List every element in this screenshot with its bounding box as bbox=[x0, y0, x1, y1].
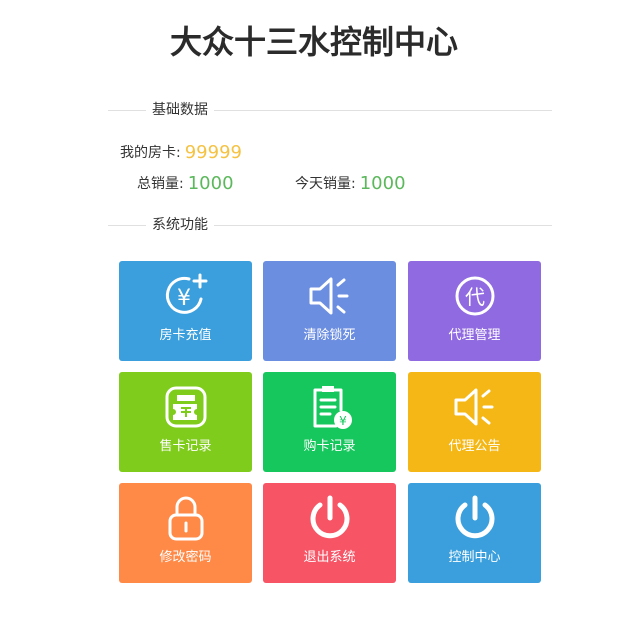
section-basic-data: 基础数据 bbox=[108, 100, 552, 120]
agent-glyph: 代 bbox=[465, 285, 485, 309]
page-title: 大众十三水控制中心 bbox=[169, 23, 458, 61]
tile-label: 购卡记录 bbox=[303, 439, 356, 454]
total-sales-value: 1000 bbox=[187, 173, 234, 194]
tile-label: 清除锁死 bbox=[303, 328, 356, 343]
tile-label: 代理公告 bbox=[448, 439, 501, 454]
room-card-label: 我的房卡: bbox=[120, 145, 181, 161]
speaker-icon bbox=[263, 269, 396, 323]
power-icon bbox=[263, 491, 396, 545]
power-icon bbox=[408, 491, 541, 545]
section-system-functions: 系统功能 bbox=[108, 215, 552, 235]
agent-circle-icon: 代 bbox=[408, 269, 541, 323]
room-card-value: 99999 bbox=[184, 142, 242, 163]
tile-agent-announcement[interactable]: 代理公告 bbox=[408, 372, 541, 472]
receipt-yuan-icon: ¥ bbox=[263, 380, 396, 434]
tile-sold-card-records[interactable]: 售卡记录 bbox=[119, 372, 252, 472]
tile-change-password[interactable]: 修改密码 bbox=[119, 483, 252, 583]
tile-label: 退出系统 bbox=[303, 550, 356, 565]
ticket-icon bbox=[119, 380, 252, 434]
today-sales-value: 1000 bbox=[359, 173, 406, 194]
tile-control-center[interactable]: 控制中心 bbox=[408, 483, 541, 583]
tile-label: 房卡充值 bbox=[159, 328, 212, 343]
tile-clear-lock[interactable]: 清除锁死 bbox=[263, 261, 396, 361]
tile-label: 修改密码 bbox=[159, 550, 212, 565]
speaker-icon bbox=[408, 380, 541, 434]
tile-label: 代理管理 bbox=[448, 328, 501, 343]
lock-icon bbox=[119, 491, 252, 545]
tile-label: 售卡记录 bbox=[159, 439, 212, 454]
today-sales-label: 今天销量: bbox=[295, 176, 356, 192]
section-system-functions-label: 系统功能 bbox=[146, 215, 214, 235]
yuan-glyph: ¥ bbox=[339, 414, 347, 428]
total-sales-stat: 总销量: 1000 bbox=[137, 172, 234, 196]
tile-agent-management[interactable]: 代 代理管理 bbox=[408, 261, 541, 361]
tile-purchase-card-records[interactable]: ¥ 购卡记录 bbox=[263, 372, 396, 472]
yuan-plus-icon: ¥ bbox=[119, 269, 252, 323]
section-basic-data-label: 基础数据 bbox=[146, 100, 214, 120]
tile-label: 控制中心 bbox=[448, 550, 501, 565]
yuan-glyph: ¥ bbox=[177, 286, 191, 311]
today-sales-stat: 今天销量: 1000 bbox=[295, 172, 406, 196]
tile-exit-system[interactable]: 退出系统 bbox=[263, 483, 396, 583]
total-sales-label: 总销量: bbox=[137, 176, 184, 192]
room-card-stat: 我的房卡: 99999 bbox=[120, 141, 242, 165]
tile-room-card-recharge[interactable]: ¥ 房卡充值 bbox=[119, 261, 252, 361]
